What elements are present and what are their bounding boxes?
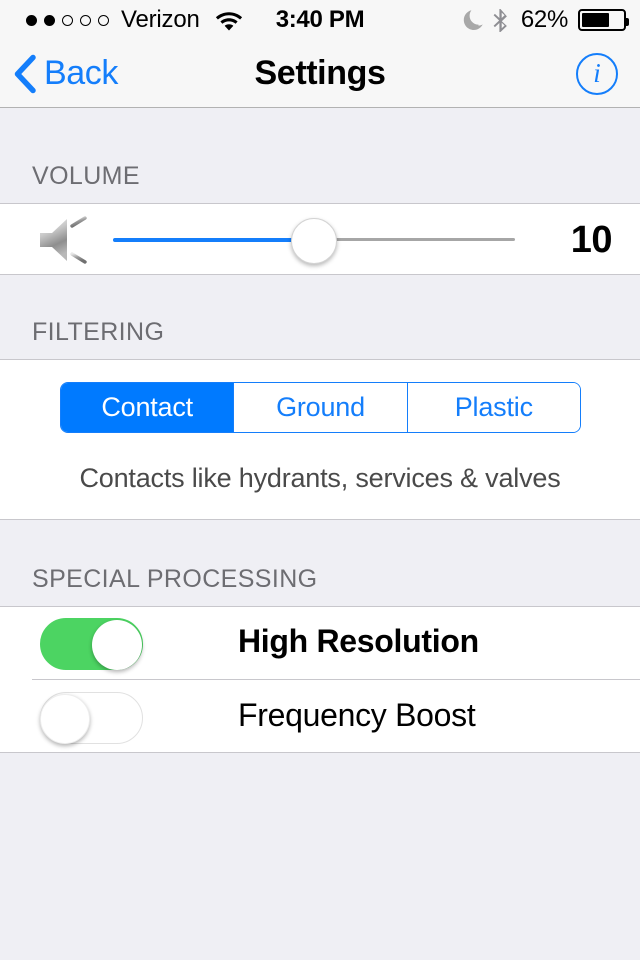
label-high-resolution: High Resolution xyxy=(238,623,479,659)
signal-dot-5 xyxy=(98,14,109,26)
section-header-special-processing: SPECIAL PROCESSING xyxy=(32,565,318,593)
clock-label: 3:40 PM xyxy=(275,6,365,33)
segment-ground[interactable]: Ground xyxy=(234,383,408,432)
info-circle-icon[interactable]: i xyxy=(576,52,618,95)
filtering-caption: Contacts like hydrants, services & valve… xyxy=(79,463,561,493)
toggle-knob xyxy=(40,694,90,744)
battery-cap xyxy=(626,18,629,26)
battery-fill xyxy=(582,13,610,27)
label-frequency-boost: Frequency Boost xyxy=(238,697,476,733)
signal-dot-3 xyxy=(62,14,73,26)
volume-value-label: 10 xyxy=(570,218,613,261)
moon-icon xyxy=(463,10,483,30)
segment-plastic[interactable]: Plastic xyxy=(407,383,580,432)
section-header-volume: VOLUME xyxy=(32,162,140,190)
signal-dot-2 xyxy=(44,14,55,26)
carrier-label: Verizon xyxy=(121,6,200,33)
toggle-frequency-boost[interactable] xyxy=(40,692,143,744)
speaker-volume-icon xyxy=(40,216,89,264)
status-bar-right: 62% xyxy=(461,0,629,40)
signal-dot-1 xyxy=(26,14,37,26)
signal-dot-4 xyxy=(80,14,91,26)
toggle-knob xyxy=(92,620,142,670)
slider-remaining-track xyxy=(314,238,515,241)
wifi-icon xyxy=(215,12,242,31)
battery-percent-label: 62% xyxy=(520,6,568,33)
battery-icon xyxy=(578,9,629,31)
toggle-high-resolution[interactable] xyxy=(40,618,143,670)
status-bar: Verizon 3:40 PM 62% xyxy=(0,0,640,40)
segment-contact[interactable]: Contact xyxy=(61,383,235,432)
slider-thumb[interactable] xyxy=(291,218,337,264)
volume-slider[interactable] xyxy=(113,213,515,267)
bluetooth-icon xyxy=(493,8,507,32)
navigation-bar: Back Settings i xyxy=(0,40,640,108)
settings-screen: Verizon 3:40 PM 62% Back Settings i VOLU… xyxy=(0,0,640,960)
info-glyph: i xyxy=(593,57,601,88)
slider-filled-track xyxy=(113,238,314,242)
section-header-filtering: FILTERING xyxy=(32,318,165,346)
status-bar-left: Verizon xyxy=(26,0,244,40)
row-separator xyxy=(32,679,640,680)
filtering-segmented-control[interactable]: Contact Ground Plastic xyxy=(60,382,581,433)
page-title: Settings xyxy=(254,54,386,92)
signal-strength-dots xyxy=(26,14,109,26)
